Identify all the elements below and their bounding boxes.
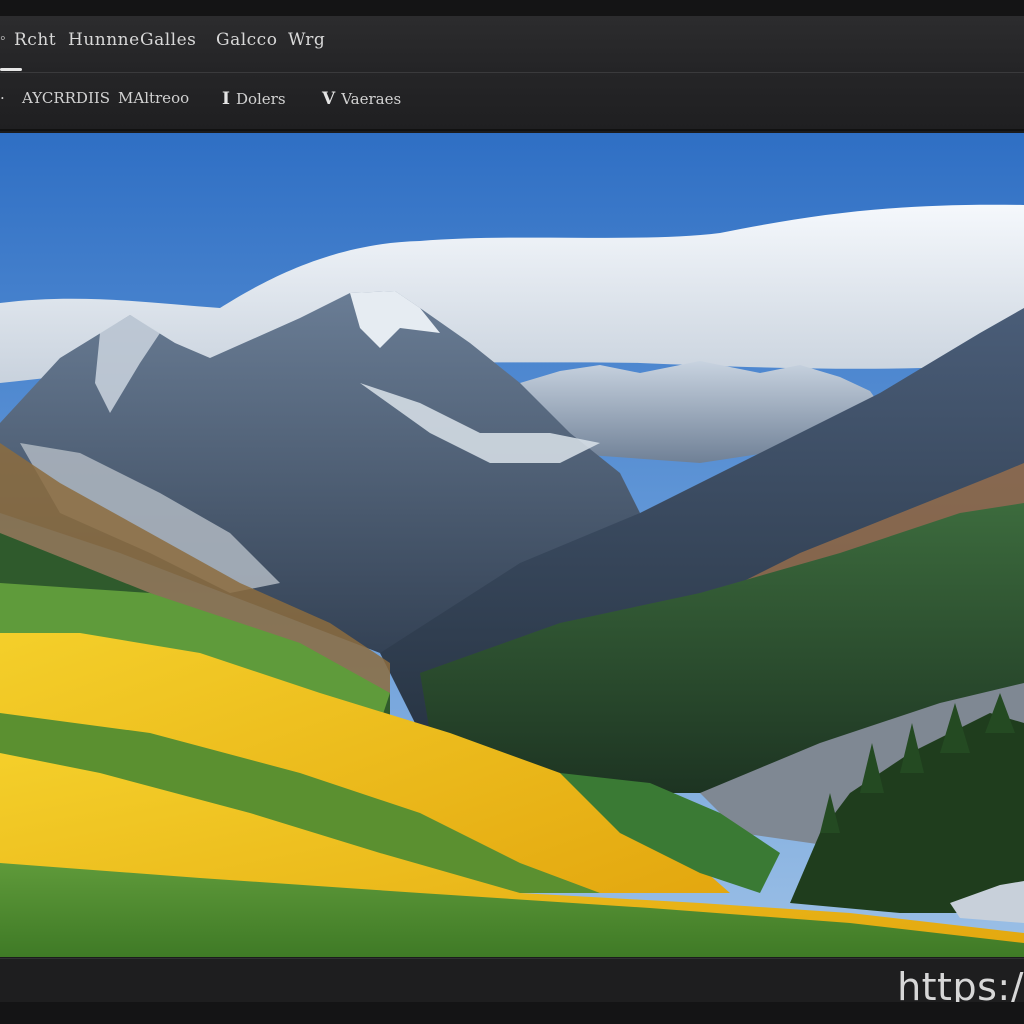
toolbar-separator-icon: · [0, 89, 5, 107]
window-bottom-edge [0, 1002, 1024, 1024]
menu-item-4[interactable]: Galcco [216, 30, 277, 50]
status-bar: https:/ [0, 958, 1024, 1009]
menu-item-2[interactable]: Hunnne [68, 30, 140, 50]
menu-item-5[interactable]: Wrg [288, 30, 325, 50]
toolbar-item-2-label: MAltreoo [118, 89, 190, 107]
toolbar-item-3[interactable]: I Dolers [222, 89, 286, 109]
layers-icon: I [222, 89, 230, 109]
active-menu-indicator [0, 68, 22, 71]
toolbar-item-1[interactable]: AYCRRDIIS [22, 89, 110, 107]
menu-item-3[interactable]: Galles [140, 30, 196, 50]
menu-bar: ◦ Rcht Hunnne Galles Galcco Wrg [0, 16, 1024, 73]
view-icon: V [322, 89, 336, 109]
toolbar-item-4-label: Vaeraes [341, 90, 402, 108]
toolbar-item-4[interactable]: V Vaeraes [322, 89, 401, 109]
toolbar-item-1-label: AYCRRDIIS [22, 89, 111, 107]
menu-item-1[interactable]: Rcht [14, 30, 56, 50]
toolbar-item-3-label: Dolers [235, 90, 286, 108]
toolbar-item-2[interactable]: MAltreoo [118, 89, 189, 107]
window-top-edge [0, 0, 1024, 16]
image-viewer[interactable] [0, 133, 1024, 957]
landscape-photo [0, 133, 1024, 957]
toolbar: · AYCRRDIIS MAltreoo I Dolers V Vaeraes [0, 73, 1024, 131]
app-icon[interactable]: ◦ [0, 30, 6, 48]
